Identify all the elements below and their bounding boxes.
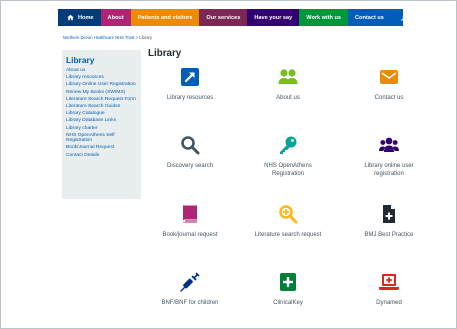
tile-book-journal-request[interactable]: Book/journal request [150,204,230,240]
tile-bmj-best-practice[interactable]: BMJ Best Practice [349,204,429,240]
search-icon [401,14,408,21]
tile-label: Literature search request [254,232,322,238]
file-medical-icon [383,205,395,223]
breadcrumb-trust-link[interactable]: Northern Devon Healthcare NHS Trust [63,35,134,40]
sidebar-item-library-catalogue[interactable]: Library Catalogue [66,111,137,117]
main-navigation: Home About Patients and visitors Our ser… [58,9,408,26]
breadcrumb: Northern Devon Healthcare NHS Trust > Li… [63,35,152,40]
tile-discovery-search[interactable]: Discovery search [150,135,230,171]
tile-contact-us[interactable]: Contact us [349,67,429,103]
sidebar-item-about-us[interactable]: About us [66,68,137,74]
envelope-icon [380,70,398,84]
sidebar-item-renew-my-books[interactable]: Renew My Books (SWIMS) [66,90,137,96]
sidebar-item-library-charter[interactable]: Library charter [66,126,137,132]
tile-label: Contact us [374,95,404,101]
tile-label: About us [276,95,300,101]
tile-label: Discovery search [166,163,213,169]
users-icon [278,69,298,84]
key-icon [280,136,297,154]
tile-label: BNF/BNF for children [161,300,219,306]
search-plus-icon [279,205,298,224]
syringe-icon [180,272,200,292]
tile-literature-search-request[interactable]: Literature search request [248,204,328,240]
sidebar: Library About us Library resources Libra… [62,50,141,199]
nav-home[interactable]: Home [58,9,101,26]
tile-label: Library online user registration [364,163,414,177]
nav-contact-us[interactable]: Contact us [347,9,391,26]
nav-work-with-us[interactable]: Work with us [299,9,348,26]
sidebar-item-literature-search-request[interactable]: Literature Search Request Form [66,97,137,103]
tile-label: ClinicalKey [273,300,303,306]
breadcrumb-current: Library [139,35,153,40]
sidebar-item-library-database-links[interactable]: Library Database Links [66,118,137,124]
tile-library-online-user-registration[interactable]: Library online user registration [349,135,429,178]
nav-about[interactable]: About [100,9,131,26]
book-icon [183,205,197,223]
tile-library-resources[interactable]: Library resources [150,67,230,103]
sidebar-item-online-user-registration[interactable]: Library Online User Registration [66,82,137,88]
sidebar-item-contact-details[interactable]: Contact Details [66,153,137,159]
nav-our-services[interactable]: Our services [199,9,248,26]
sidebar-item-library-resources[interactable]: Library resources [66,75,137,81]
nav-home-label: Home [78,14,94,21]
tile-label: Library resources [166,95,214,101]
user-group-icon [379,137,399,152]
tile-label: Dynamed [376,300,402,306]
sidebar-title: Library [66,55,95,65]
tile-label: NHS OpenAthens Registration [264,163,312,177]
external-link-icon [181,68,199,86]
tile-dynamed[interactable]: Dynamed [349,272,429,308]
laptop-medical-icon [379,274,399,290]
first-aid-icon [280,273,296,291]
home-icon [67,14,74,21]
sidebar-item-openathens-self-registration[interactable]: NHS OpenAthens Self Registration [66,133,137,144]
search-icon [181,136,200,155]
tile-label: Book/journal request [162,232,218,238]
sidebar-item-book-journal-request[interactable]: Book/Journal Request [66,145,137,151]
nav-search-button[interactable] [391,9,418,26]
page-title: Library [148,48,182,59]
nav-have-your-say[interactable]: Have your say [247,9,300,26]
tile-nhs-openathens-registration[interactable]: NHS OpenAthens Registration [248,135,328,178]
tile-bnf-for-children[interactable]: BNF/BNF for children [150,272,230,308]
tile-about-us[interactable]: About us [248,67,328,103]
nav-patients-and-visitors[interactable]: Patients and visitors [130,9,200,26]
tile-label: BMJ Best Practice [364,232,414,238]
sidebar-item-literature-search-guides[interactable]: Literature Search Guides [66,104,137,110]
tile-clinicalkey[interactable]: ClinicalKey [248,272,328,308]
